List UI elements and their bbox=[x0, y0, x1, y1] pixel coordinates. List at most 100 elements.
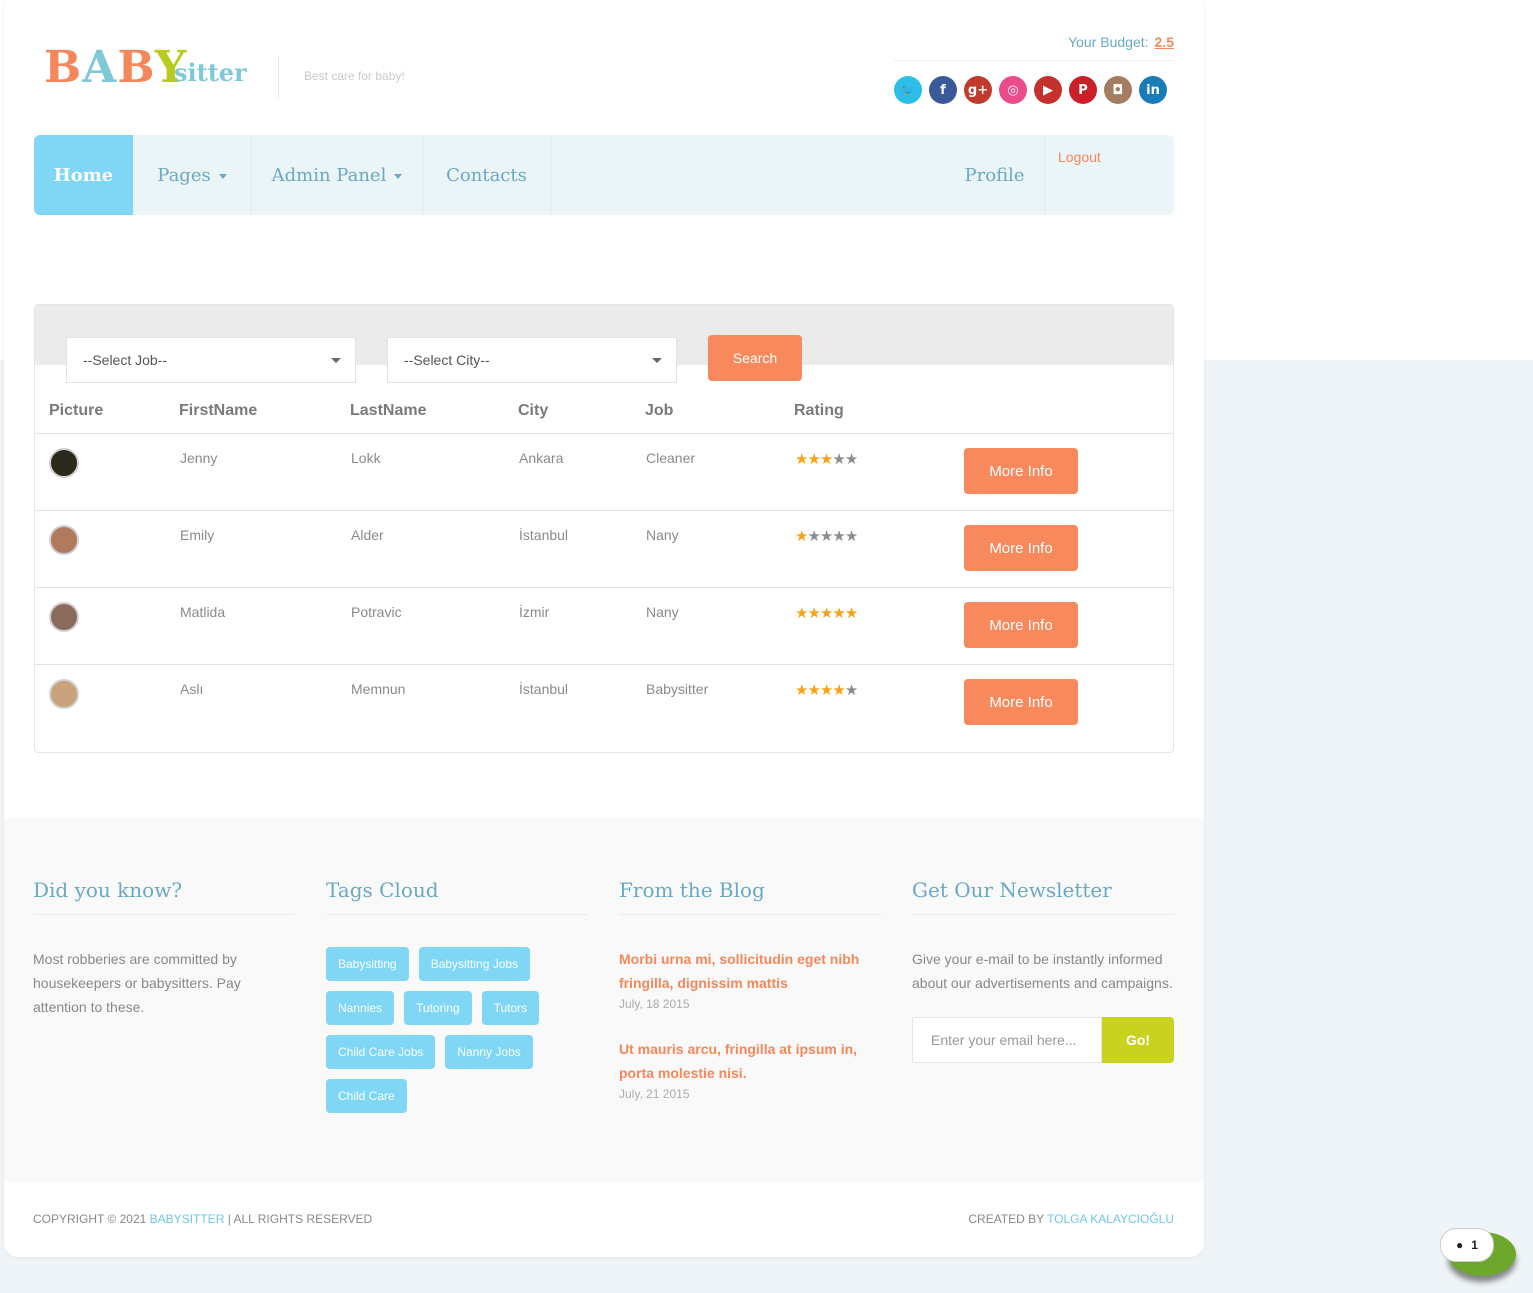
search-button[interactable]: Search bbox=[708, 335, 802, 381]
nav-admin-label: Admin Panel bbox=[271, 164, 387, 186]
city-cell: İzmir bbox=[518, 587, 645, 665]
nav-profile[interactable]: Profile bbox=[945, 135, 1045, 215]
dropdown-arrow-icon bbox=[331, 358, 341, 363]
star-icon: ★ bbox=[844, 451, 858, 468]
avatar bbox=[49, 448, 79, 478]
blog-post-date: July, 18 2015 bbox=[619, 997, 690, 1011]
tag[interactable]: Nanny Jobs bbox=[445, 1035, 533, 1069]
nav-contacts[interactable]: Contacts bbox=[423, 135, 551, 215]
nav-pages[interactable]: Pages bbox=[133, 135, 252, 215]
star-icon: ★ bbox=[832, 682, 845, 699]
search-panel: --Select Job-- --Select City-- Search Pi… bbox=[34, 304, 1174, 753]
nav-pages-label: Pages bbox=[157, 164, 211, 186]
divider bbox=[894, 60, 1174, 61]
blog-post-title[interactable]: Ut mauris arcu, fringilla at ipsum in, p… bbox=[619, 1037, 881, 1085]
table-header-row: Picture FirstName LastName City Job Rati… bbox=[35, 389, 1173, 434]
city-select[interactable]: --Select City-- bbox=[387, 337, 677, 383]
logo[interactable]: BABY sitter bbox=[40, 40, 252, 98]
job-select[interactable]: --Select Job-- bbox=[66, 337, 356, 383]
firstname-cell: Emily bbox=[179, 510, 350, 588]
author-link[interactable]: TOLGA KALAYCIOĞLU bbox=[1047, 1212, 1174, 1226]
star-icon: ★ bbox=[807, 451, 820, 468]
logo-divider bbox=[278, 56, 279, 98]
did-you-know-section: Did you know? Most robberies are committ… bbox=[33, 878, 295, 1019]
newsletter-title: Get Our Newsletter bbox=[912, 878, 1174, 915]
tag[interactable]: Child Care Jobs bbox=[326, 1035, 436, 1069]
copyright-prefix: COPYRIGHT © 2021 bbox=[33, 1212, 147, 1226]
nav-home[interactable]: Home bbox=[34, 135, 133, 215]
more-info-button[interactable]: More Info bbox=[964, 679, 1078, 725]
star-icon: ★ bbox=[819, 605, 833, 622]
blog-title: From the Blog bbox=[619, 878, 881, 915]
blog-post-title[interactable]: Morbi urna mi, sollicitudin eget nibh fr… bbox=[619, 947, 881, 995]
copyright-brand-link[interactable]: BABYSITTER bbox=[150, 1212, 225, 1226]
more-info-button[interactable]: More Info bbox=[964, 525, 1078, 571]
budget-label: Your Budget: bbox=[1068, 34, 1149, 50]
picture-cell bbox=[35, 664, 179, 741]
tag[interactable]: Tutors bbox=[481, 991, 540, 1025]
did-you-know-title: Did you know? bbox=[33, 878, 295, 915]
picture-cell bbox=[35, 510, 179, 588]
nav-admin-panel[interactable]: Admin Panel bbox=[252, 135, 423, 215]
star-icon: ★ bbox=[795, 528, 808, 545]
job-cell: Cleaner bbox=[645, 433, 794, 511]
blog-post-date: July, 21 2015 bbox=[619, 1087, 690, 1101]
star-icon: ★ bbox=[844, 605, 858, 622]
rating-cell: ★★★★★ bbox=[794, 510, 963, 588]
star-icon: ★ bbox=[819, 528, 833, 545]
social-links: 🐦 f g+ ◎ ▶ P ◘ in bbox=[894, 76, 1167, 104]
email-field[interactable]: Enter your email here... bbox=[912, 1017, 1102, 1063]
google-plus-icon[interactable]: g+ bbox=[964, 76, 992, 104]
logo-baby: BABY bbox=[44, 42, 188, 93]
avatar bbox=[49, 679, 79, 709]
more-info-button[interactable]: More Info bbox=[964, 448, 1078, 494]
rating-cell: ★★★★★ bbox=[794, 433, 963, 511]
header-rating: Rating bbox=[794, 402, 844, 419]
tag[interactable]: Babysitting bbox=[326, 947, 409, 981]
tags-title: Tags Cloud bbox=[326, 878, 588, 915]
job-cell: Nany bbox=[645, 587, 794, 665]
logo-sitter: sitter bbox=[174, 58, 247, 87]
star-icon: ★ bbox=[795, 451, 808, 468]
youtube-icon[interactable]: ▶ bbox=[1034, 76, 1062, 104]
tag[interactable]: Tutoring bbox=[404, 991, 472, 1025]
logout-link[interactable]: Logout bbox=[1058, 149, 1101, 165]
twitter-icon[interactable]: 🐦 bbox=[894, 76, 922, 104]
facebook-icon[interactable]: f bbox=[929, 76, 957, 104]
dropdown-arrow-icon bbox=[652, 358, 662, 363]
lastname-cell: Memnun bbox=[350, 664, 518, 741]
chevron-down-icon bbox=[394, 174, 403, 179]
chat-count: 1 bbox=[1471, 1238, 1478, 1252]
results-table: Picture FirstName LastName City Job Rati… bbox=[35, 389, 1173, 741]
created-by-label: CREATED BY bbox=[968, 1212, 1044, 1226]
chat-counter: ● 1 bbox=[1440, 1228, 1494, 1262]
action-cell: More Info bbox=[963, 433, 1173, 511]
dribbble-icon[interactable]: ◎ bbox=[999, 76, 1027, 104]
linkedin-icon[interactable]: in bbox=[1139, 76, 1167, 104]
star-icon: ★ bbox=[819, 451, 833, 468]
star-icon: ★ bbox=[819, 682, 833, 699]
header-firstname: FirstName bbox=[179, 402, 258, 419]
copyright: COPYRIGHT © 2021 BABYSITTER | ALL RIGHTS… bbox=[33, 1212, 372, 1226]
tag[interactable]: Child Care bbox=[326, 1079, 407, 1113]
lastname-cell: Potravic bbox=[350, 587, 518, 665]
avatar bbox=[49, 525, 79, 555]
table-row: Emily Alder İstanbul Nany ★★★★★ More Info bbox=[35, 510, 1173, 588]
go-button[interactable]: Go! bbox=[1102, 1017, 1174, 1063]
copyright-suffix: | ALL RIGHTS RESERVED bbox=[227, 1212, 373, 1226]
tag[interactable]: Babysitting Jobs bbox=[418, 947, 531, 981]
star-icon: ★ bbox=[832, 451, 845, 468]
star-icon: ★ bbox=[844, 682, 858, 699]
tags-cloud: Babysitting Babysitting Jobs Nannies Tutori… bbox=[326, 947, 588, 1113]
header-city: City bbox=[518, 402, 549, 419]
instagram-icon[interactable]: ◘ bbox=[1104, 76, 1132, 104]
chat-widget[interactable]: ● 1 bbox=[1440, 1224, 1522, 1286]
budget-value[interactable]: 2.5 bbox=[1155, 34, 1174, 50]
pinterest-icon[interactable]: P bbox=[1069, 76, 1097, 104]
lastname-cell: Lokk bbox=[350, 433, 518, 511]
city-cell: İstanbul bbox=[518, 664, 645, 741]
blog-section: From the Blog Morbi urna mi, sollicitudi… bbox=[619, 878, 881, 1101]
tag[interactable]: Nannies bbox=[326, 991, 395, 1025]
footer: Did you know? Most robberies are committ… bbox=[4, 818, 1204, 1182]
more-info-button[interactable]: More Info bbox=[964, 602, 1078, 648]
